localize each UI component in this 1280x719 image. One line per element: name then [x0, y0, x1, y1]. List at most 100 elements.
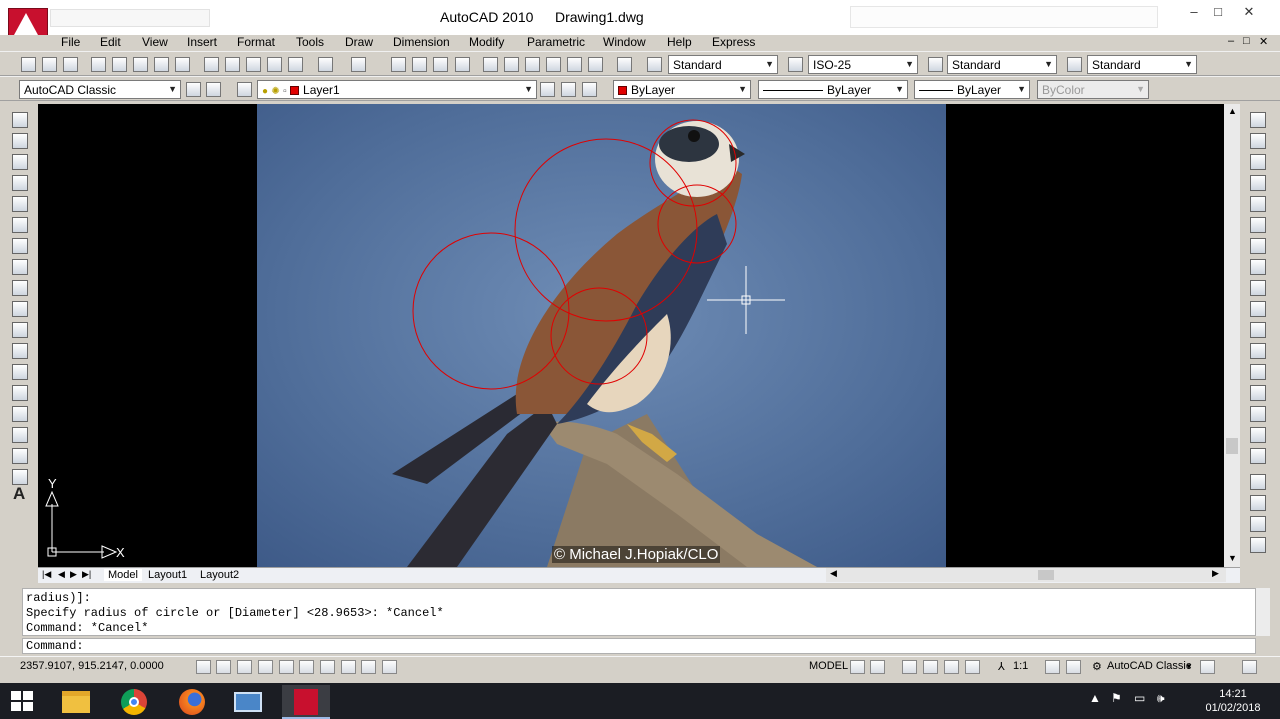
zoom-status-icon[interactable] [923, 660, 938, 674]
blend-curves-icon[interactable] [1250, 448, 1266, 464]
spline-icon[interactable] [12, 280, 28, 296]
mirror-icon[interactable] [1250, 154, 1266, 170]
sheet-set-icon[interactable] [546, 57, 561, 72]
polar-tracking-icon[interactable] [258, 660, 273, 674]
plot-preview-icon[interactable] [112, 57, 127, 72]
join-icon[interactable] [1250, 385, 1266, 401]
publish-icon[interactable] [133, 57, 148, 72]
object-snap-icon[interactable] [279, 660, 294, 674]
properties-icon[interactable] [483, 57, 498, 72]
line-icon[interactable] [12, 112, 28, 128]
offset-icon[interactable] [1250, 175, 1266, 191]
last-tab-icon[interactable]: ▶| [82, 569, 91, 580]
remote-desktop-taskbar-button[interactable] [224, 685, 272, 719]
ellipse-icon[interactable] [12, 301, 28, 317]
steering-wheel-icon[interactable] [944, 660, 959, 674]
move-icon[interactable] [1250, 217, 1266, 233]
multiline-text-icon[interactable]: A [13, 484, 25, 504]
stretch-icon[interactable] [1250, 280, 1266, 296]
send-to-back-icon[interactable] [1250, 516, 1266, 532]
quick-view-drawings-icon[interactable] [870, 660, 885, 674]
infocenter-search-input[interactable] [850, 6, 1158, 28]
horizontal-scrollbar[interactable]: ◀ ▶ [826, 568, 1226, 582]
dynamic-ucs-icon[interactable] [320, 660, 335, 674]
copy-object-icon[interactable] [1250, 133, 1266, 149]
tool-palettes-icon[interactable] [525, 57, 540, 72]
linetype-select[interactable]: ByLayer ▼ [758, 80, 908, 99]
paste-icon[interactable] [246, 57, 261, 72]
open-icon[interactable] [42, 57, 57, 72]
make-current-layer-icon[interactable] [540, 82, 555, 97]
scroll-up-icon[interactable]: ▲ [1228, 106, 1237, 116]
erase-icon[interactable] [1250, 112, 1266, 128]
menu-parametric[interactable]: Parametric [527, 35, 585, 49]
lineweight-select[interactable]: ByLayer ▼ [914, 80, 1030, 99]
trim-icon[interactable] [1250, 301, 1266, 317]
menu-draw[interactable]: Draw [345, 35, 373, 49]
zoom-window-icon[interactable] [433, 57, 448, 72]
chamfer-icon[interactable] [1250, 406, 1266, 422]
menu-dimension[interactable]: Dimension [393, 35, 450, 49]
break-icon[interactable] [1250, 364, 1266, 380]
text-style-select[interactable]: Standard ▼ [668, 55, 778, 74]
dynamic-input-icon[interactable] [341, 660, 356, 674]
point-icon[interactable] [12, 385, 28, 401]
layer-select[interactable]: ● ✺ ▫ Layer1 ▼ [257, 80, 537, 99]
fillet-icon[interactable] [1250, 427, 1266, 443]
command-history-scrollbar[interactable] [1256, 588, 1270, 636]
menu-tools[interactable]: Tools [296, 35, 324, 49]
hatch-icon[interactable] [12, 406, 28, 422]
next-tab-icon[interactable]: ▶ [70, 569, 77, 580]
make-block-icon[interactable] [12, 364, 28, 380]
insert-block-icon[interactable] [12, 343, 28, 359]
polygon-icon[interactable] [12, 175, 28, 191]
scroll-right-icon[interactable]: ▶ [1212, 568, 1219, 579]
menu-help[interactable]: Help [667, 35, 692, 49]
etransmit-icon[interactable] [175, 57, 190, 72]
region-icon[interactable] [12, 448, 28, 464]
volume-icon[interactable]: 🕪 [1157, 691, 1165, 706]
quick-access-toolbar[interactable] [50, 9, 210, 27]
gradient-icon[interactable] [12, 427, 28, 443]
first-tab-icon[interactable]: |◀ [42, 569, 51, 580]
rotate-icon[interactable] [1250, 238, 1266, 254]
drawing-minimize-button[interactable]: – [1228, 35, 1234, 47]
customize-icon[interactable] [206, 82, 221, 97]
menu-view[interactable]: View [142, 35, 168, 49]
dimension-style-select[interactable]: ISO-25 ▼ [808, 55, 918, 74]
drawing-restore-button[interactable]: □ [1243, 35, 1250, 47]
polyline-icon[interactable] [12, 154, 28, 170]
menu-express[interactable]: Express [712, 35, 755, 49]
file-explorer-taskbar-button[interactable] [52, 685, 100, 719]
undo-icon[interactable] [318, 57, 333, 72]
scroll-down-icon[interactable]: ▼ [1228, 553, 1237, 563]
ortho-mode-icon[interactable] [237, 660, 252, 674]
bring-above-icon[interactable] [1250, 537, 1266, 553]
workspace-settings-icon[interactable] [186, 82, 201, 97]
vertical-scrollbar[interactable]: ▲ ▼ [1224, 104, 1240, 567]
object-snap-tracking-icon[interactable] [299, 660, 314, 674]
workspace-select[interactable]: AutoCAD Classic ▼ [19, 80, 181, 99]
lock-ui-icon[interactable] [1200, 660, 1215, 674]
quick-view-layouts-icon[interactable] [850, 660, 865, 674]
cut-icon[interactable] [204, 57, 219, 72]
firefox-taskbar-button[interactable] [168, 685, 216, 719]
grid-display-icon[interactable] [216, 660, 231, 674]
array-icon[interactable] [1250, 196, 1266, 212]
rectangle-icon[interactable] [12, 196, 28, 212]
annotation-scale-select[interactable]: 1:1 [1013, 660, 1028, 672]
drawing-close-button[interactable]: ✕ [1259, 35, 1268, 48]
multileader-style-select[interactable]: Standard ▼ [1087, 55, 1197, 74]
block-editor-icon[interactable] [288, 57, 303, 72]
quickcalc-icon[interactable] [588, 57, 603, 72]
arc-icon[interactable] [12, 217, 28, 233]
scroll-left-icon[interactable]: ◀ [830, 568, 837, 579]
quick-properties-icon[interactable] [382, 660, 397, 674]
revision-cloud-icon[interactable] [12, 259, 28, 275]
layer-previous-icon[interactable] [561, 82, 576, 97]
menu-file[interactable]: File [61, 35, 80, 49]
save-icon[interactable] [63, 57, 78, 72]
hscroll-thumb[interactable] [1038, 570, 1054, 580]
tab-layout1[interactable]: Layout1 [148, 569, 187, 581]
bring-to-front-icon[interactable] [1250, 495, 1266, 511]
